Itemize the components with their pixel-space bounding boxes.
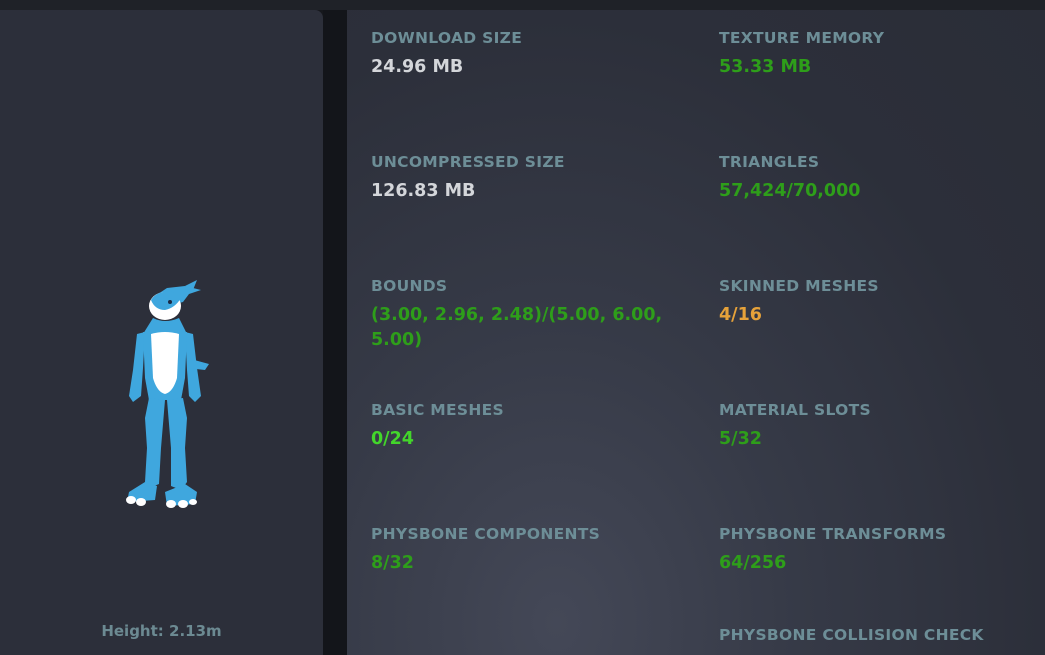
- stat-download-size: DOWNLOAD SIZE 24.96 MB: [371, 28, 671, 80]
- stat-label: PHYSBONE TRANSFORMS: [719, 525, 947, 543]
- stat-material-slots: MATERIAL SLOTS 5/32: [719, 400, 1019, 452]
- stat-physbone-transforms: PHYSBONE TRANSFORMS 64/256: [719, 524, 1019, 576]
- stat-bounds: BOUNDS (3.00, 2.96, 2.48)/(5.00, 6.00, 5…: [371, 276, 671, 353]
- stat-label: BOUNDS: [371, 277, 448, 295]
- stat-label: UNCOMPRESSED SIZE: [371, 153, 565, 171]
- stat-value: (3.00, 2.96, 2.48)/(5.00, 6.00, 5.00): [371, 305, 663, 350]
- stat-label: TEXTURE MEMORY: [719, 29, 885, 47]
- stat-value: 4/16: [719, 305, 762, 325]
- stat-triangles: TRIANGLES 57,424/70,000: [719, 152, 1019, 204]
- stat-value: 57,424/70,000: [719, 181, 861, 201]
- stat-label: DOWNLOAD SIZE: [371, 29, 523, 47]
- stat-value: 5/32: [719, 429, 762, 449]
- stat-value: 64/256: [719, 553, 787, 573]
- avatar-preview-panel[interactable]: Height: 2.13m: [0, 10, 323, 655]
- panel-divider: [323, 10, 347, 655]
- stat-physbone-collision-check: PHYSBONE COLLISION CHECK: [719, 625, 1019, 652]
- stat-label: PHYSBONE COMPONENTS: [371, 525, 601, 543]
- stat-label: SKINNED MESHES: [719, 277, 879, 295]
- avatar-model-preview[interactable]: [115, 278, 215, 512]
- stat-value: 0/24: [371, 429, 414, 449]
- stat-label: TRIANGLES: [719, 153, 820, 171]
- stat-basic-meshes: BASIC MESHES 0/24: [371, 400, 671, 452]
- top-bar: [0, 0, 1045, 10]
- stat-label: PHYSBONE COLLISION CHECK: [719, 626, 984, 644]
- stat-value: 53.33 MB: [719, 57, 812, 77]
- stat-uncompressed-size: UNCOMPRESSED SIZE 126.83 MB: [371, 152, 671, 204]
- avatar-height-label: Height: 2.13m: [101, 622, 222, 640]
- stat-label: BASIC MESHES: [371, 401, 505, 419]
- performance-stats-panel: DOWNLOAD SIZE 24.96 MB TEXTURE MEMORY 53…: [347, 10, 1045, 655]
- stat-value: 8/32: [371, 553, 414, 573]
- stat-skinned-meshes: SKINNED MESHES 4/16: [719, 276, 1019, 328]
- stat-value: 126.83 MB: [371, 181, 476, 201]
- stat-texture-memory: TEXTURE MEMORY 53.33 MB: [719, 28, 1019, 80]
- stat-physbone-components: PHYSBONE COMPONENTS 8/32: [371, 524, 671, 576]
- stat-label: MATERIAL SLOTS: [719, 401, 871, 419]
- stat-value: 24.96 MB: [371, 57, 464, 77]
